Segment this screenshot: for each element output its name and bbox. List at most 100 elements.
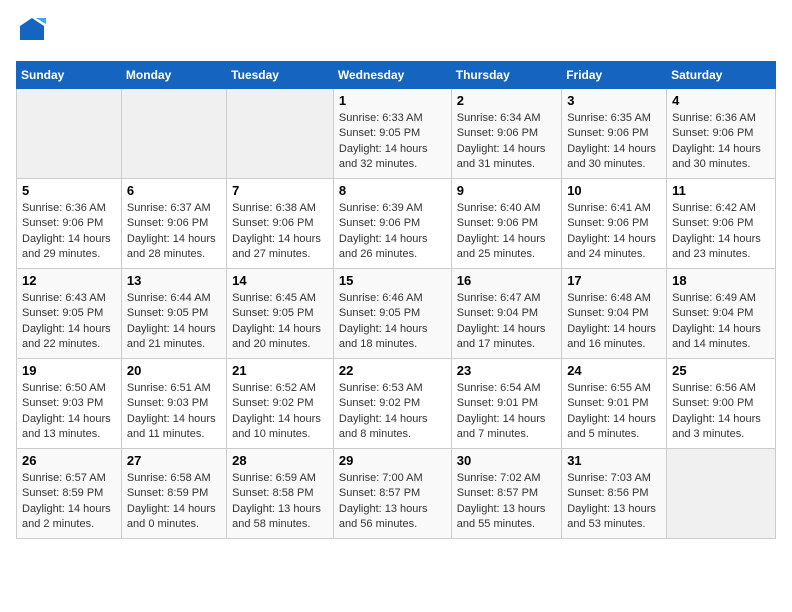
day-number: 16 [457, 273, 556, 288]
day-number: 1 [339, 93, 446, 108]
calendar-day-cell: 2 Sunrise: 6:34 AMSunset: 9:06 PMDaylight… [451, 89, 561, 179]
calendar-week-row: 5 Sunrise: 6:36 AMSunset: 9:06 PMDaylight… [17, 179, 776, 269]
calendar-day-cell: 20 Sunrise: 6:51 AMSunset: 9:03 PMDayligh… [121, 359, 226, 449]
day-info: Sunrise: 7:00 AMSunset: 8:57 PMDaylight:… [339, 471, 446, 533]
calendar-day-cell: 23Sunrise: 6:54 AMSunset: 9:01 PMDayligh… [451, 359, 561, 449]
calendar-day-cell: 30 Sunrise: 7:02 AMSunset: 8:57 PMDayligh… [451, 449, 561, 539]
day-info: Sunrise: 6:47 AMSunset: 9:04 PMDaylight:… [457, 291, 556, 353]
day-number: 20 [127, 363, 221, 378]
day-number: 19 [22, 363, 116, 378]
calendar-day-cell: 9Sunrise: 6:40 AMSunset: 9:06 PMDaylight… [451, 179, 561, 269]
day-info: Sunrise: 6:38 AMSunset: 9:06 PMDaylight:… [232, 201, 328, 263]
calendar-day-cell [227, 89, 334, 179]
calendar-week-row: 19 Sunrise: 6:50 AMSunset: 9:03 PMDayligh… [17, 359, 776, 449]
day-number: 17 [567, 273, 661, 288]
day-number: 30 [457, 453, 556, 468]
logo-icon [18, 16, 46, 44]
day-number: 8 [339, 183, 446, 198]
day-number: 15 [339, 273, 446, 288]
day-number: 10 [567, 183, 661, 198]
calendar-day-cell: 16 Sunrise: 6:47 AMSunset: 9:04 PMDayligh… [451, 269, 561, 359]
day-number: 26 [22, 453, 116, 468]
calendar-day-cell: 15Sunrise: 6:46 AMSunset: 9:05 PMDayligh… [333, 269, 451, 359]
calendar-day-cell: 4 Sunrise: 6:36 AMSunset: 9:06 PMDaylight… [667, 89, 776, 179]
weekday-header-row: SundayMondayTuesdayWednesdayThursdayFrid… [17, 62, 776, 89]
day-number: 25 [672, 363, 770, 378]
weekday-header: Monday [121, 62, 226, 89]
day-info: Sunrise: 6:36 AMSunset: 9:06 PMDaylight:… [22, 201, 116, 263]
day-info: Sunrise: 6:50 AMSunset: 9:03 PMDaylight:… [22, 381, 116, 443]
weekday-header: Thursday [451, 62, 561, 89]
day-number: 24 [567, 363, 661, 378]
calendar-day-cell: 19 Sunrise: 6:50 AMSunset: 9:03 PMDayligh… [17, 359, 122, 449]
calendar-day-cell: 17 Sunrise: 6:48 AMSunset: 9:04 PMDayligh… [562, 269, 667, 359]
calendar-day-cell: 22 Sunrise: 6:53 AMSunset: 9:02 PMDayligh… [333, 359, 451, 449]
day-info: Sunrise: 6:39 AMSunset: 9:06 PMDaylight:… [339, 201, 446, 263]
day-info: Sunrise: 6:45 AMSunset: 9:05 PMDaylight:… [232, 291, 328, 353]
day-number: 22 [339, 363, 446, 378]
day-info: Sunrise: 6:44 AMSunset: 9:05 PMDaylight:… [127, 291, 221, 353]
calendar-day-cell [17, 89, 122, 179]
day-number: 6 [127, 183, 221, 198]
day-info: Sunrise: 6:37 AMSunset: 9:06 PMDaylight:… [127, 201, 221, 263]
calendar-day-cell: 11 Sunrise: 6:42 AMSunset: 9:06 PMDayligh… [667, 179, 776, 269]
day-number: 14 [232, 273, 328, 288]
day-info: Sunrise: 6:36 AMSunset: 9:06 PMDaylight:… [672, 111, 770, 173]
calendar-day-cell: 29 Sunrise: 7:00 AMSunset: 8:57 PMDayligh… [333, 449, 451, 539]
day-number: 27 [127, 453, 221, 468]
day-info: Sunrise: 6:48 AMSunset: 9:04 PMDaylight:… [567, 291, 661, 353]
calendar-day-cell: 13 Sunrise: 6:44 AMSunset: 9:05 PMDayligh… [121, 269, 226, 359]
day-info: Sunrise: 6:41 AMSunset: 9:06 PMDaylight:… [567, 201, 661, 263]
day-number: 31 [567, 453, 661, 468]
calendar-day-cell: 7Sunrise: 6:38 AMSunset: 9:06 PMDaylight… [227, 179, 334, 269]
day-number: 2 [457, 93, 556, 108]
day-info: Sunrise: 6:52 AMSunset: 9:02 PMDaylight:… [232, 381, 328, 443]
day-info: Sunrise: 6:43 AMSunset: 9:05 PMDaylight:… [22, 291, 116, 353]
day-number: 13 [127, 273, 221, 288]
calendar-day-cell: 6 Sunrise: 6:37 AMSunset: 9:06 PMDaylight… [121, 179, 226, 269]
day-info: Sunrise: 6:59 AMSunset: 8:58 PMDaylight:… [232, 471, 328, 533]
calendar-day-cell: 10 Sunrise: 6:41 AMSunset: 9:06 PMDayligh… [562, 179, 667, 269]
calendar-day-cell [667, 449, 776, 539]
day-info: Sunrise: 6:51 AMSunset: 9:03 PMDaylight:… [127, 381, 221, 443]
calendar-week-row: 12 Sunrise: 6:43 AMSunset: 9:05 PMDayligh… [17, 269, 776, 359]
day-number: 4 [672, 93, 770, 108]
weekday-header: Tuesday [227, 62, 334, 89]
weekday-header: Wednesday [333, 62, 451, 89]
logo-text [16, 16, 46, 49]
weekday-header: Friday [562, 62, 667, 89]
calendar-day-cell: 14 Sunrise: 6:45 AMSunset: 9:05 PMDayligh… [227, 269, 334, 359]
day-number: 28 [232, 453, 328, 468]
logo [16, 16, 46, 49]
day-info: Sunrise: 6:40 AMSunset: 9:06 PMDaylight:… [457, 201, 556, 263]
day-info: Sunrise: 6:53 AMSunset: 9:02 PMDaylight:… [339, 381, 446, 443]
day-info: Sunrise: 6:57 AMSunset: 8:59 PMDaylight:… [22, 471, 116, 533]
calendar-day-cell: 24 Sunrise: 6:55 AMSunset: 9:01 PMDayligh… [562, 359, 667, 449]
calendar-day-cell: 26 Sunrise: 6:57 AMSunset: 8:59 PMDayligh… [17, 449, 122, 539]
calendar-day-cell: 5 Sunrise: 6:36 AMSunset: 9:06 PMDaylight… [17, 179, 122, 269]
day-info: Sunrise: 6:33 AMSunset: 9:05 PMDaylight:… [339, 111, 446, 173]
calendar-day-cell: 8 Sunrise: 6:39 AMSunset: 9:06 PMDaylight… [333, 179, 451, 269]
calendar-day-cell: 18Sunrise: 6:49 AMSunset: 9:04 PMDayligh… [667, 269, 776, 359]
day-number: 5 [22, 183, 116, 198]
day-number: 12 [22, 273, 116, 288]
day-info: Sunrise: 6:55 AMSunset: 9:01 PMDaylight:… [567, 381, 661, 443]
day-number: 29 [339, 453, 446, 468]
day-info: Sunrise: 7:03 AMSunset: 8:56 PMDaylight:… [567, 471, 661, 533]
weekday-header: Sunday [17, 62, 122, 89]
day-info: Sunrise: 6:34 AMSunset: 9:06 PMDaylight:… [457, 111, 556, 173]
calendar-table: SundayMondayTuesdayWednesdayThursdayFrid… [16, 61, 776, 539]
calendar-day-cell: 3Sunrise: 6:35 AMSunset: 9:06 PMDaylight… [562, 89, 667, 179]
day-info: Sunrise: 7:02 AMSunset: 8:57 PMDaylight:… [457, 471, 556, 533]
day-number: 11 [672, 183, 770, 198]
day-info: Sunrise: 6:35 AMSunset: 9:06 PMDaylight:… [567, 111, 661, 173]
day-number: 23 [457, 363, 556, 378]
calendar-day-cell: 21 Sunrise: 6:52 AMSunset: 9:02 PMDayligh… [227, 359, 334, 449]
day-number: 21 [232, 363, 328, 378]
calendar-day-cell: 12 Sunrise: 6:43 AMSunset: 9:05 PMDayligh… [17, 269, 122, 359]
calendar-day-cell [121, 89, 226, 179]
calendar-week-row: 26 Sunrise: 6:57 AMSunset: 8:59 PMDayligh… [17, 449, 776, 539]
calendar-day-cell: 27Sunrise: 6:58 AMSunset: 8:59 PMDayligh… [121, 449, 226, 539]
day-info: Sunrise: 6:42 AMSunset: 9:06 PMDaylight:… [672, 201, 770, 263]
calendar-day-cell: 25Sunrise: 6:56 AMSunset: 9:00 PMDayligh… [667, 359, 776, 449]
